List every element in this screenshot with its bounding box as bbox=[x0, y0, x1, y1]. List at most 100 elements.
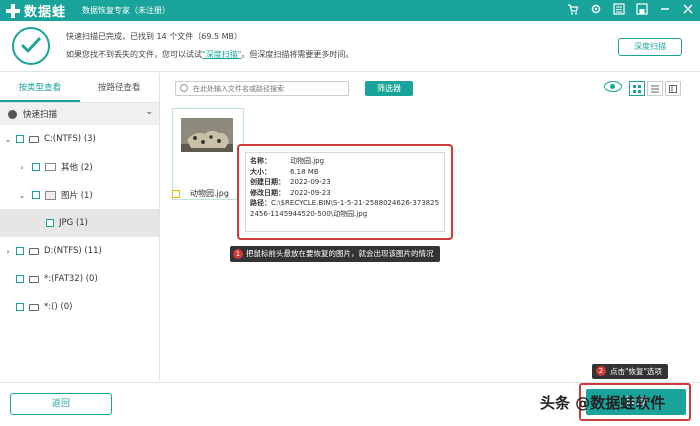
chevron-right-icon[interactable]: › bbox=[4, 247, 12, 256]
deep-scan-hint: 如果您找不到丢失的文件，您可以试试"深度扫描"。但深度扫描将需要更多时间。 bbox=[66, 49, 353, 60]
file-browser: 筛选器 动物园.jpg 名称： 动物园.jpg bbox=[161, 73, 700, 381]
checkbox[interactable] bbox=[16, 247, 24, 255]
quick-scan-label: 快速扫描 bbox=[23, 110, 58, 120]
scan-complete-check-icon bbox=[12, 27, 50, 65]
tree-item-fat32[interactable]: *:(FAT32) (0) bbox=[0, 265, 159, 293]
checkbox[interactable] bbox=[16, 135, 24, 143]
settings-icon[interactable] bbox=[589, 3, 602, 16]
chevron-right-icon[interactable]: › bbox=[18, 163, 26, 172]
minimize-icon[interactable] bbox=[658, 3, 671, 16]
chevron-down-icon[interactable]: ⌄ bbox=[18, 191, 26, 200]
file-info-popup-highlight: 名称： 动物园.jpg 大小： 6.18 MB 创建日期： 2022-09-23 修改… bbox=[237, 144, 453, 240]
step-badge: 2 bbox=[596, 366, 606, 376]
window-controls bbox=[566, 3, 694, 16]
drive-icon bbox=[29, 135, 39, 143]
close-icon[interactable] bbox=[681, 3, 694, 16]
info-key: 路径： bbox=[250, 199, 271, 207]
info-path-row: 路径：C:\$RECYCLE.BIN\S-1-5-21-2588024626-3… bbox=[250, 198, 440, 219]
save-icon[interactable] bbox=[635, 3, 648, 16]
step-badge: 1 bbox=[233, 249, 243, 259]
tree-item-label: 其他 (2) bbox=[61, 163, 93, 173]
quick-scan-header[interactable]: 快速扫描 ⌄ bbox=[0, 103, 159, 125]
tree-item-unknown-drive[interactable]: *:() (0) bbox=[0, 293, 159, 321]
detail-panel-icon bbox=[669, 85, 677, 93]
image-icon bbox=[45, 190, 56, 200]
checkbox[interactable] bbox=[32, 191, 40, 199]
scan-result-text: 快速扫描已完成，已找到 14 个文件（69.5 MB） bbox=[66, 32, 243, 41]
list-icon bbox=[651, 85, 659, 93]
tree-item-label: *:(FAT32) (0) bbox=[44, 274, 98, 284]
tree-item-label: C:(NTFS) (3) bbox=[44, 134, 96, 144]
watermark: 头条 @数据蛙软件 bbox=[540, 394, 666, 412]
list-view-button[interactable] bbox=[647, 81, 663, 96]
chevron-down-icon[interactable]: ⌄ bbox=[4, 135, 12, 144]
info-value: 2022-09-23 bbox=[290, 178, 331, 186]
search-field[interactable] bbox=[175, 81, 349, 96]
menu-icon[interactable] bbox=[612, 3, 625, 16]
checkbox[interactable] bbox=[32, 163, 40, 171]
file-checkbox[interactable] bbox=[172, 189, 180, 198]
file-name: 动物园.jpg bbox=[190, 189, 229, 198]
back-button[interactable]: 返回 bbox=[10, 393, 112, 415]
deep-scan-hint-prefix: 如果您找不到丢失的文件，您可以试试 bbox=[66, 50, 202, 59]
filter-button[interactable]: 筛选器 bbox=[365, 81, 413, 96]
view-tabs: 按类型查看 按路径查看 bbox=[0, 73, 159, 103]
logo-plus-icon bbox=[6, 3, 20, 18]
info-value: 6.18 MB bbox=[290, 167, 319, 176]
deep-scan-button[interactable]: 深度扫描 bbox=[618, 38, 682, 56]
grid-icon bbox=[633, 85, 641, 93]
title-bar: 数据蛙 数据恢复专家（未注册） bbox=[0, 0, 700, 21]
info-size-row: 大小： 6.18 MB bbox=[250, 167, 440, 178]
deep-scan-hint-suffix: 。但深度扫描将需要更多时间。 bbox=[241, 50, 354, 59]
chevron-down-icon[interactable]: ⌄ bbox=[145, 107, 153, 117]
preview-eye-icon[interactable] bbox=[604, 81, 622, 92]
hint-text: 点击"恢复"选项 bbox=[610, 367, 662, 376]
app-logo: 数据蛙 bbox=[6, 1, 66, 20]
folder-icon bbox=[45, 163, 56, 171]
info-modified-row: 修改日期： 2022-09-23 bbox=[250, 188, 440, 199]
info-value: 2022-09-23 bbox=[290, 188, 331, 197]
tree-item-c-drive[interactable]: ⌄ C:(NTFS) (3) bbox=[0, 125, 159, 153]
info-key: 修改日期： bbox=[250, 188, 285, 197]
hint-text: 把鼠标前头悬放在要恢复的图片，就会出现该图片的情况 bbox=[246, 249, 434, 258]
sidebar: 按类型查看 按路径查看 快速扫描 ⌄ ⌄ C:(NTFS) (3) › 其他 (… bbox=[0, 73, 160, 381]
search-icon bbox=[180, 84, 188, 92]
tab-by-type[interactable]: 按类型查看 bbox=[0, 73, 80, 102]
file-item[interactable]: 动物园.jpg bbox=[172, 188, 229, 199]
detail-view-button[interactable] bbox=[665, 81, 681, 96]
tree-item-pictures[interactable]: ⌄ 图片 (1) bbox=[0, 181, 159, 209]
tree-item-label: JPG (1) bbox=[59, 218, 88, 228]
checkbox[interactable] bbox=[16, 275, 24, 283]
deep-scan-link[interactable]: "深度扫描" bbox=[202, 50, 241, 59]
drive-icon bbox=[29, 275, 39, 283]
info-key: 大小： bbox=[250, 167, 271, 176]
search-input[interactable] bbox=[176, 82, 326, 95]
info-value: 动物园.jpg bbox=[290, 157, 325, 165]
grid-view-button[interactable] bbox=[629, 81, 645, 96]
info-key: 创建日期： bbox=[250, 178, 285, 186]
cart-icon[interactable] bbox=[566, 3, 579, 16]
file-thumbnail-card[interactable] bbox=[172, 108, 244, 200]
info-created-row: 创建日期： 2022-09-23 bbox=[250, 177, 440, 188]
tree-item-other[interactable]: › 其他 (2) bbox=[0, 153, 159, 181]
hint-tooltip-2: 2 点击"恢复"选项 bbox=[592, 364, 668, 379]
checkbox[interactable] bbox=[46, 219, 54, 227]
file-info-popup: 名称： 动物园.jpg 大小： 6.18 MB 创建日期： 2022-09-23 修改… bbox=[245, 152, 445, 232]
tab-by-path[interactable]: 按路径查看 bbox=[80, 73, 160, 102]
quick-scan-icon bbox=[8, 109, 17, 119]
tree-item-d-drive[interactable]: › D:(NTFS) (11) bbox=[0, 237, 159, 265]
tree-item-label: D:(NTFS) (11) bbox=[44, 246, 102, 256]
info-value: C:\$RECYCLE.BIN\S-1-5-21-2588024626-3738… bbox=[250, 199, 440, 218]
checkbox[interactable] bbox=[16, 303, 24, 311]
tree-item-jpg[interactable]: JPG (1) bbox=[0, 209, 159, 237]
info-key: 名称： bbox=[250, 157, 271, 165]
image-thumbnail bbox=[181, 118, 233, 158]
app-subtitle: 数据恢复专家（未注册） bbox=[82, 6, 171, 15]
tree-item-label: 图片 (1) bbox=[61, 191, 93, 201]
scan-status-panel: 快速扫描已完成，已找到 14 个文件（69.5 MB） 如果您找不到丢失的文件，… bbox=[0, 21, 700, 72]
drive-icon bbox=[29, 247, 39, 255]
tree-item-label: *:() (0) bbox=[44, 302, 73, 312]
drive-icon bbox=[29, 303, 39, 311]
app-name: 数据蛙 bbox=[24, 5, 67, 20]
hint-tooltip-1: 1 把鼠标前头悬放在要恢复的图片，就会出现该图片的情况 bbox=[230, 246, 440, 262]
